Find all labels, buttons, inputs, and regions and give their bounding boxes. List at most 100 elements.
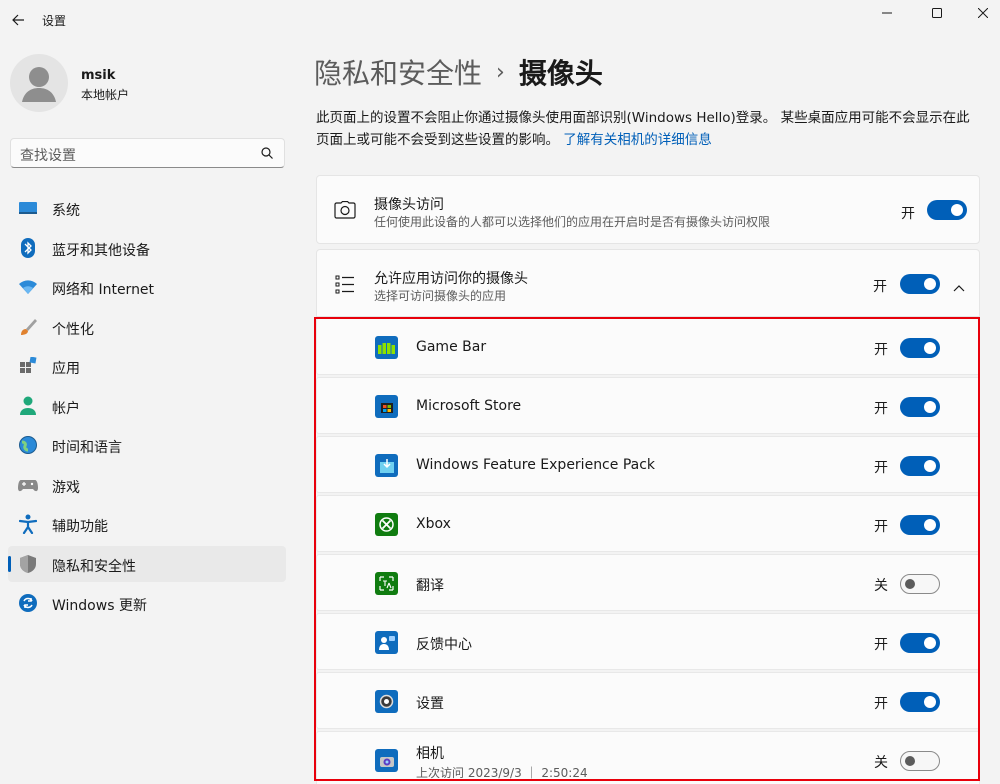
page-description: 此页面上的设置不会阻止你通过摄像头使用面部识别(Windows Hello)登录… <box>316 107 982 151</box>
sidebar-item-bluetooth[interactable]: 蓝牙和其他设备 <box>8 230 286 266</box>
toggle-knob <box>924 460 936 472</box>
toggle-knob <box>905 579 915 589</box>
page-title: 摄像头 <box>518 57 603 90</box>
app-state: 开 <box>874 519 888 535</box>
list-item: 相机 上次访问 2023/9/3 ｜ 2:50:24 关 <box>316 731 980 784</box>
camera-access-state: 开 <box>901 206 915 222</box>
app-list: Game Bar 开 Microsoft Store 开 Windows Fea… <box>316 318 980 784</box>
sidebar-item-windows-update[interactable]: Windows 更新 <box>8 585 286 621</box>
avatar <box>10 54 68 112</box>
toggle-knob <box>951 204 963 216</box>
maximize-button[interactable] <box>914 0 960 26</box>
brush-icon <box>18 317 38 337</box>
sidebar-item-label: 隐私和安全性 <box>52 558 136 575</box>
toggle-knob <box>924 401 936 413</box>
app-toggle[interactable] <box>900 633 940 653</box>
feedback-icon <box>375 631 398 654</box>
search-icon <box>261 147 273 159</box>
app-access-title: 允许应用访问你的摄像头 <box>374 271 528 287</box>
sidebar-item-personalization[interactable]: 个性化 <box>8 309 286 345</box>
sidebar-item-label: 辅助功能 <box>52 519 108 535</box>
sidebar-item-label: 网络和 Internet <box>52 282 155 298</box>
app-state: 关 <box>874 578 888 594</box>
back-button[interactable] <box>6 8 30 32</box>
list-item: Game Bar 开 <box>316 318 980 375</box>
app-toggle[interactable] <box>900 692 940 712</box>
app-state: 开 <box>874 696 888 712</box>
toggle-knob <box>924 342 936 354</box>
app-name: Game Bar <box>416 339 487 355</box>
app-toggle[interactable] <box>900 751 940 771</box>
sidebar-item-apps[interactable]: 应用 <box>8 348 286 384</box>
list-item: Xbox 开 <box>316 495 980 552</box>
close-icon <box>978 8 988 18</box>
bluetooth-icon <box>18 237 38 258</box>
close-button[interactable] <box>960 0 1000 26</box>
app-state: 开 <box>874 637 888 653</box>
app-name: 翻译 <box>416 578 444 594</box>
list-item: 反馈中心 开 <box>316 613 980 670</box>
list-item: Microsoft Store 开 <box>316 377 980 434</box>
camera-icon <box>333 198 357 222</box>
breadcrumb: 隐私和安全性 › 摄像头 <box>314 52 603 92</box>
list-item: 设置 开 <box>316 672 980 729</box>
breadcrumb-parent[interactable]: 隐私和安全性 <box>314 52 482 92</box>
sidebar-item-network[interactable]: 网络和 Internet <box>8 269 286 305</box>
shield-icon <box>18 554 38 574</box>
sidebar-item-label: 个性化 <box>52 321 94 338</box>
search-input[interactable]: 查找设置 <box>10 138 285 168</box>
app-state: 关 <box>874 755 888 771</box>
sidebar-item-accessibility[interactable]: 辅助功能 <box>8 506 286 542</box>
app-toggle[interactable] <box>900 397 940 417</box>
sidebar-item-label: 游戏 <box>52 479 80 496</box>
app-toggle[interactable] <box>900 515 940 535</box>
toggle-knob <box>924 637 936 649</box>
app-access-card[interactable]: 允许应用访问你的摄像头 选择可访问摄像头的应用 开 <box>316 249 980 317</box>
app-name: Windows Feature Experience Pack <box>416 457 656 473</box>
store-icon <box>375 395 398 418</box>
sidebar-item-privacy-security[interactable]: 隐私和安全性 <box>8 545 286 582</box>
toggle-knob <box>924 278 936 290</box>
chevron-up-icon[interactable] <box>953 277 965 296</box>
sidebar-nav: 系统 蓝牙和其他设备 网络和 Internet 个性化 应用 帐户 时间和语言 … <box>8 190 286 625</box>
user-profile[interactable]: msik 本地帐户 <box>10 54 290 114</box>
list-item: 翻译 关 <box>316 554 980 611</box>
app-toggle[interactable] <box>900 338 940 358</box>
camera-access-card: 摄像头访问 任何使用此设备的人都可以选择他们的应用在开启时是否有摄像头访问权限 … <box>316 175 980 244</box>
globe-icon <box>18 435 38 455</box>
learn-more-link[interactable]: 了解有关相机的详细信息 <box>563 132 712 148</box>
minimize-button[interactable] <box>864 0 910 26</box>
sidebar-item-time-language[interactable]: 时间和语言 <box>8 427 286 463</box>
update-icon <box>18 593 38 613</box>
account-type: 本地帐户 <box>81 88 130 102</box>
account-icon <box>18 396 38 416</box>
app-toggle[interactable] <box>900 574 940 594</box>
camera-access-toggle[interactable] <box>927 200 967 220</box>
list-item: Windows Feature Experience Pack 开 <box>316 436 980 493</box>
translate-icon <box>375 572 398 595</box>
app-access-toggle[interactable] <box>900 274 940 294</box>
app-access-subtitle: 选择可访问摄像头的应用 <box>374 289 507 303</box>
sidebar-item-gaming[interactable]: 游戏 <box>8 467 286 503</box>
app-toggle[interactable] <box>900 456 940 476</box>
breadcrumb-separator: › <box>496 59 505 85</box>
accessibility-icon <box>18 514 38 534</box>
app-name: 相机 <box>416 746 444 762</box>
maximize-icon <box>932 8 942 18</box>
gamepad-icon <box>18 475 38 495</box>
search-placeholder: 查找设置 <box>20 148 76 164</box>
app-state: 开 <box>874 460 888 476</box>
app-title: 设置 <box>42 14 67 28</box>
sidebar-item-label: 系统 <box>52 203 80 219</box>
camera-access-title: 摄像头访问 <box>374 197 444 213</box>
apps-icon <box>18 356 38 376</box>
game-bar-icon <box>375 336 398 359</box>
app-access-state: 开 <box>873 279 887 295</box>
sidebar-item-accounts[interactable]: 帐户 <box>8 388 286 424</box>
app-state: 开 <box>874 342 888 358</box>
sidebar-item-system[interactable]: 系统 <box>8 190 286 226</box>
app-state: 开 <box>874 401 888 417</box>
user-silhouette-icon <box>22 67 56 102</box>
xbox-icon <box>375 513 398 536</box>
sidebar-item-label: 应用 <box>52 361 80 377</box>
